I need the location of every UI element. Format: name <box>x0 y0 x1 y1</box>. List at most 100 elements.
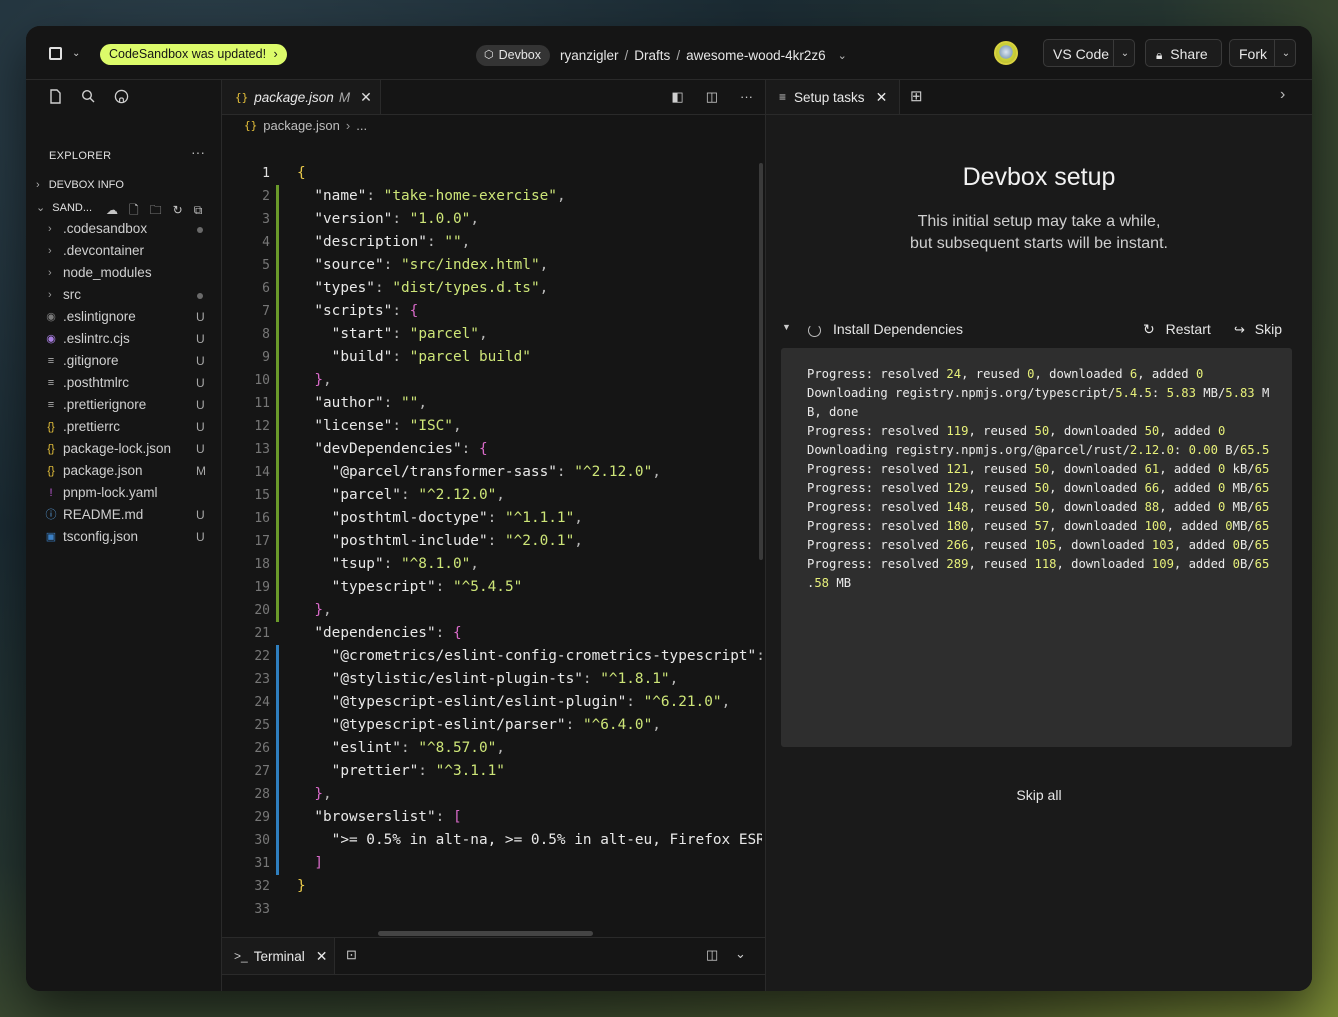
git-status-badge: U <box>196 310 205 324</box>
tree-folder[interactable]: › .codesandbox <box>26 218 221 240</box>
file-icon[interactable] <box>47 88 63 104</box>
close-icon[interactable]: ✕ <box>876 89 888 106</box>
code-line: 14 "@parcel/transformer-sass": "^2.12.0"… <box>222 461 762 484</box>
triangle-down-icon[interactable]: ▼ <box>782 322 791 332</box>
code-line: 11 "author": "", <box>222 392 762 415</box>
owner-link[interactable]: ryanzigler <box>560 48 619 63</box>
devbox-badge[interactable]: ⬡ Devbox <box>476 44 550 66</box>
chevron-down-icon[interactable]: ⌄ <box>1113 40 1136 66</box>
tree-folder[interactable]: › node_modules <box>26 262 221 284</box>
tree-file[interactable]: ⓘ README.md U <box>26 504 221 526</box>
line-number: 21 <box>254 626 270 641</box>
skip-button[interactable]: ↪ Skip <box>1234 321 1282 338</box>
log-line: Progress: resolved 121, reused 50, downl… <box>807 462 1270 476</box>
github-icon[interactable] <box>113 88 129 104</box>
tree-file[interactable]: ▣ tsconfig.json U <box>26 526 221 548</box>
new-folder-icon[interactable]: 🗀 <box>150 201 162 219</box>
vscode-button[interactable]: VS Code ⌄ <box>1043 39 1135 67</box>
lock-icon: 🔒︎ <box>1156 48 1163 62</box>
sandbox-name[interactable]: awesome-wood-4kr2z6 <box>686 48 826 63</box>
tree-file[interactable]: ≡ .posthtmlrc U <box>26 372 221 394</box>
chevron-down-icon[interactable]: ⌄ <box>735 946 746 962</box>
add-tab-icon[interactable]: ⊞ <box>910 87 923 105</box>
log-line: Progress: resolved 266, reused 105, down… <box>807 538 1270 552</box>
split-panel-icon[interactable]: ◫ <box>706 947 718 963</box>
update-notice-button[interactable]: CodeSandbox was updated! › <box>100 44 287 65</box>
git-status-badge: U <box>196 420 205 434</box>
tree-file[interactable]: {} package-lock.json U <box>26 438 221 460</box>
tab-setup-tasks[interactable]: ≡ Setup tasks ✕ <box>766 80 900 114</box>
file-name: pnpm-lock.yaml <box>63 485 158 500</box>
chevron-down-icon: ⌄ <box>36 202 46 214</box>
chevron-right-icon: › <box>48 289 52 301</box>
skip-all-button[interactable]: Skip all <box>766 787 1312 803</box>
update-notice-label: CodeSandbox was updated! <box>109 47 267 61</box>
tree-folder[interactable]: › src <box>26 284 221 306</box>
vertical-scrollbar[interactable] <box>759 163 763 560</box>
file-name: .codesandbox <box>63 221 148 236</box>
git-gutter-mark <box>276 714 279 737</box>
toggle-sidebar-icon[interactable]: ◧ <box>671 89 683 105</box>
new-file-icon[interactable]: 🗋 <box>129 201 139 219</box>
tree-folder[interactable]: › .devcontainer <box>26 240 221 262</box>
line-number: 3 <box>262 212 270 227</box>
code-line: 20 }, <box>222 599 762 622</box>
tab-package-json[interactable]: {} package.json M ✕ <box>222 80 381 114</box>
setup-tabbar: ≡ Setup tasks ✕ ⊞ › <box>766 80 1312 115</box>
tree-file[interactable]: {} package.json M <box>26 460 221 482</box>
fork-button[interactable]: Fork ⌄ <box>1229 39 1296 67</box>
git-gutter-mark <box>276 185 279 208</box>
git-gutter-mark <box>276 507 279 530</box>
git-gutter-mark <box>276 323 279 346</box>
git-gutter-mark <box>276 392 279 415</box>
breadcrumb-more[interactable]: ... <box>356 118 367 133</box>
folder-link[interactable]: Drafts <box>634 48 670 63</box>
fork-label: Fork <box>1239 46 1267 62</box>
close-icon[interactable]: ✕ <box>316 948 328 965</box>
breadcrumb-file[interactable]: package.json <box>263 118 340 133</box>
chevron-down-icon[interactable]: ⌄ <box>838 49 847 62</box>
log-line: .58 MB <box>807 576 852 590</box>
chevron-down-icon[interactable]: ⌄ <box>72 48 80 59</box>
editor-tab-tools: ◧ ◫ ··· <box>671 89 753 105</box>
avatar[interactable] <box>994 41 1018 65</box>
search-icon[interactable] <box>80 88 96 104</box>
code-text: "posthtml-include": "^2.0.1", <box>331 533 583 549</box>
tree-file[interactable]: ≡ .gitignore U <box>26 350 221 372</box>
devbox-info-label: DEVBOX INFO <box>48 179 124 191</box>
new-terminal-icon[interactable]: ⊡ <box>346 947 357 963</box>
tree-file[interactable]: ◉ .eslintrc.cjs U <box>26 328 221 350</box>
code-text: "tsup": "^8.1.0", <box>331 556 479 572</box>
devbox-info-section[interactable]: › DEVBOX INFO <box>36 176 124 194</box>
log-line: Progress: resolved 289, reused 118, down… <box>807 557 1270 571</box>
tree-file[interactable]: ◉ .eslintignore U <box>26 306 221 328</box>
more-icon[interactable]: ··· <box>191 144 205 160</box>
tree-file[interactable]: ≡ .prettierignore U <box>26 394 221 416</box>
sandbox-section[interactable]: ⌄ SAND... ☁ 🗋 🗀 ↻ ⧉ <box>36 199 202 217</box>
code-line: 30 ">= 0.5% in alt-na, >= 0.5% in alt-eu… <box>222 829 762 852</box>
restart-button[interactable]: ↻ Restart <box>1143 321 1211 338</box>
more-icon[interactable]: ··· <box>740 89 753 105</box>
tree-file[interactable]: {} .prettierrc U <box>26 416 221 438</box>
close-icon[interactable]: ✕ <box>360 89 372 106</box>
refresh-icon[interactable]: ↻ <box>173 201 183 219</box>
log-line: Progress: resolved 119, reused 50, downl… <box>807 424 1226 438</box>
code-editor[interactable]: 1{2 "name": "take-home-exercise", 3 "vers… <box>222 162 765 917</box>
cloud-download-icon[interactable]: ☁ <box>106 201 118 219</box>
git-gutter-mark <box>276 208 279 231</box>
skip-label: Skip <box>1254 321 1283 337</box>
code-line: 21 "dependencies": { <box>222 622 762 645</box>
horizontal-scrollbar[interactable] <box>378 931 593 936</box>
share-button[interactable]: 🔒︎ Share <box>1145 39 1222 67</box>
code-line: 23 "@stylistic/eslint-plugin-ts": "^1.8.… <box>222 668 762 691</box>
tree-file[interactable]: ! pnpm-lock.yaml <box>26 482 221 504</box>
collapse-icon[interactable]: ⧉ <box>194 201 203 219</box>
line-number: 28 <box>254 787 270 802</box>
git-gutter-mark <box>276 576 279 599</box>
chevron-down-icon[interactable]: ⌄ <box>1274 40 1297 66</box>
chevron-right-icon[interactable]: › <box>1280 86 1285 104</box>
split-editor-icon[interactable]: ◫ <box>706 89 718 105</box>
tab-terminal[interactable]: >_ Terminal ✕ <box>222 938 335 974</box>
menu-icon[interactable] <box>49 47 62 60</box>
code-line: 16 "posthtml-doctype": "^1.1.1", <box>222 507 762 530</box>
